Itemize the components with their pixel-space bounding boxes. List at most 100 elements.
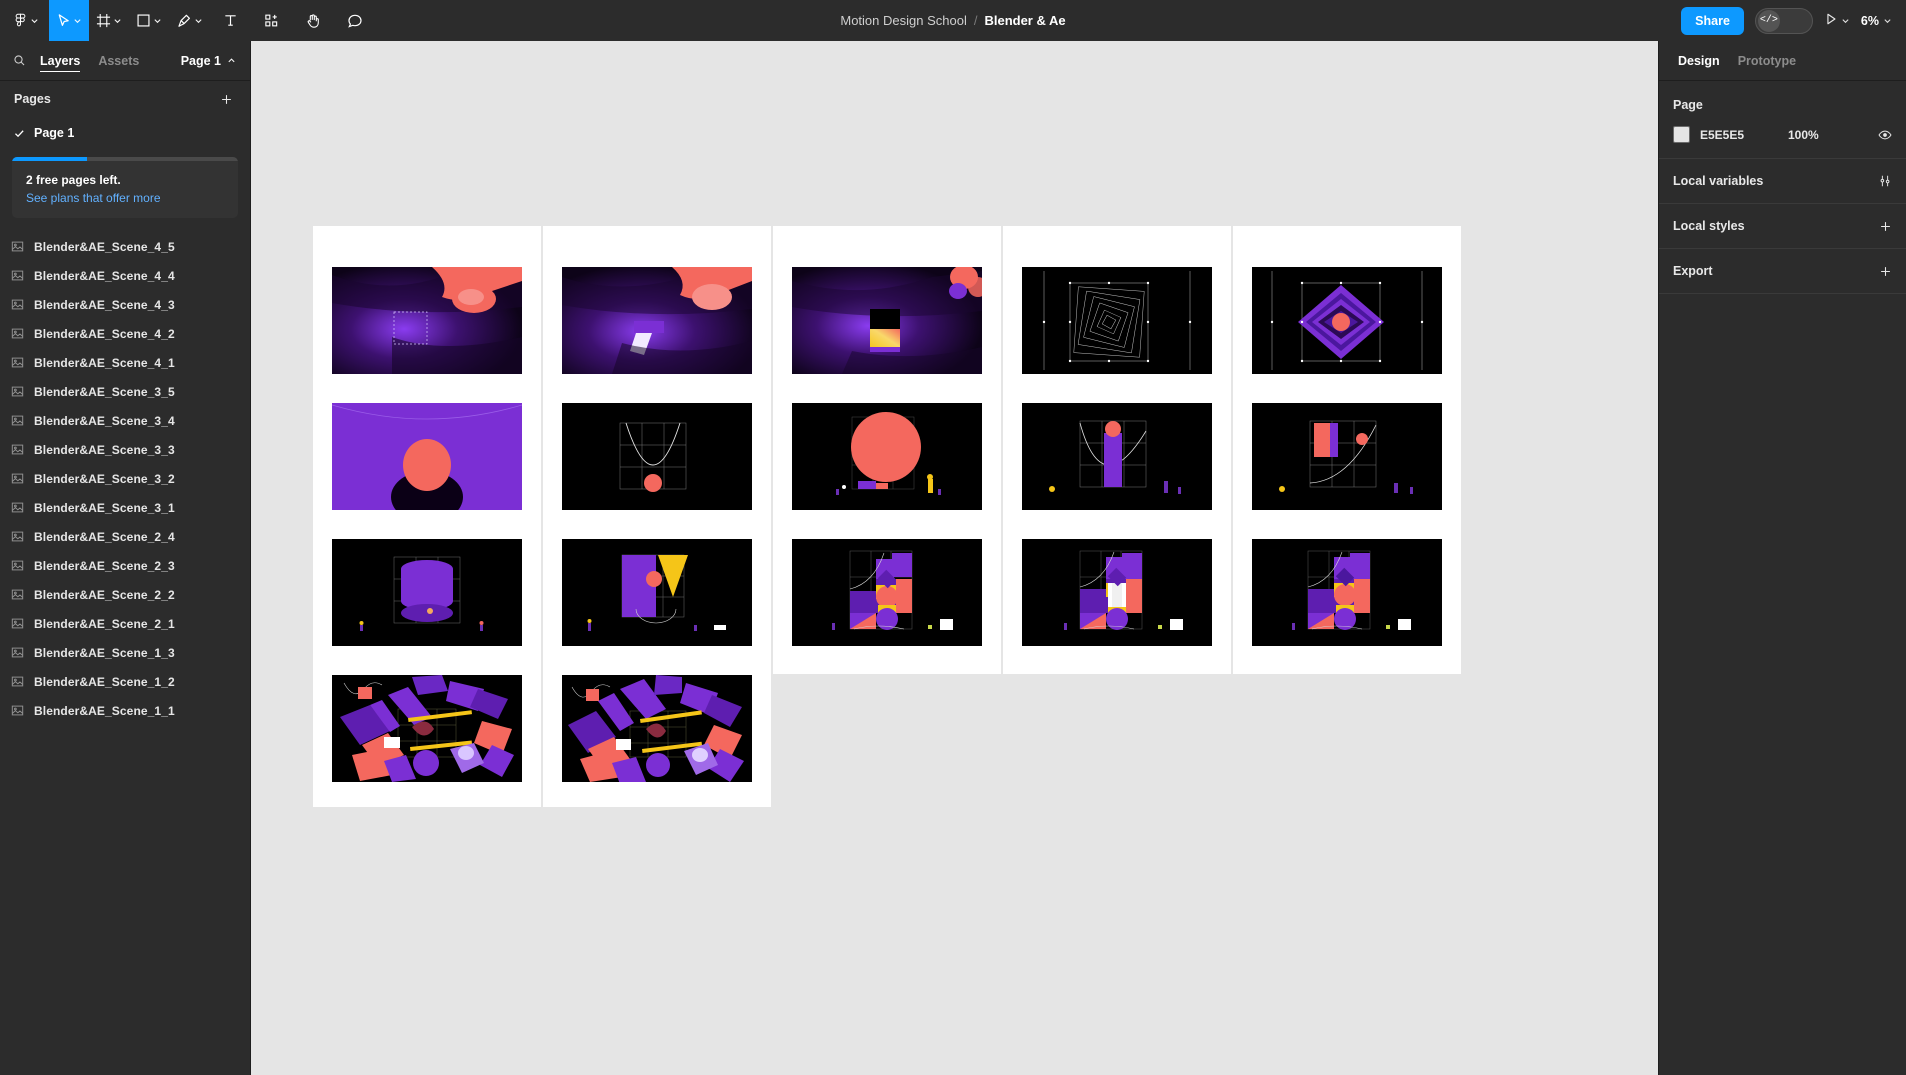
layer-row[interactable]: Blender&AE_Scene_2_1 [0,609,250,638]
image-layer-icon [11,559,24,572]
present-button[interactable] [1824,12,1850,29]
zoom-level-label: 6% [1860,13,1879,28]
comment-tool-button[interactable] [334,0,376,41]
breadcrumb-file[interactable]: Blender & Ae [984,13,1065,28]
cursor-icon [56,13,71,29]
layer-row[interactable]: Blender&AE_Scene_3_1 [0,493,250,522]
hand-icon [305,13,321,29]
thumbnail-purple-blob-circle[interactable] [332,403,522,510]
thumbnail-composite-shapes-b[interactable] [1022,539,1212,646]
main-menu-button[interactable] [0,0,49,41]
layer-name: Blender&AE_Scene_2_3 [34,558,175,573]
components-icon [264,13,279,28]
layer-row[interactable]: Blender&AE_Scene_3_3 [0,435,250,464]
thumbnail-purple-bar-curve[interactable] [1022,403,1212,510]
chevron-down-icon [73,16,82,25]
canvas[interactable] [251,41,1658,1075]
dev-mode-toggle[interactable]: </> [1754,7,1813,34]
components-tool-button[interactable] [251,0,292,41]
layer-row[interactable]: Blender&AE_Scene_2_4 [0,522,250,551]
chevron-down-icon [153,16,162,25]
plus-icon[interactable] [216,89,236,109]
layer-row[interactable]: Blender&AE_Scene_3_2 [0,464,250,493]
square-icon [136,13,151,28]
thumbnail-composite-shapes-a[interactable] [792,539,982,646]
thumbnail-composite-shapes-c[interactable] [1252,539,1442,646]
export-row: Export [1659,260,1906,282]
scene-column-4[interactable] [1003,226,1231,674]
layer-row[interactable]: Blender&AE_Scene_1_2 [0,667,250,696]
thumbnail-parabola-grid-ball[interactable] [562,403,752,510]
chevron-down-icon [30,16,39,25]
layer-row[interactable]: Blender&AE_Scene_3_5 [0,377,250,406]
layer-row[interactable]: Blender&AE_Scene_2_2 [0,580,250,609]
layer-row[interactable]: Blender&AE_Scene_3_4 [0,406,250,435]
layer-row[interactable]: Blender&AE_Scene_4_4 [0,261,250,290]
tab-prototype[interactable]: Prototype [1729,43,1805,78]
chevron-down-icon [113,16,122,25]
share-button[interactable]: Share [1681,6,1744,35]
thumbnail-coral-bar-curve[interactable] [1252,403,1442,510]
zoom-control[interactable]: 6% [1861,14,1892,28]
image-layer-icon [11,472,24,485]
page-selector[interactable]: Page 1 [181,54,240,68]
plus-icon[interactable] [1879,220,1892,233]
plus-icon[interactable] [1879,265,1892,278]
layer-row[interactable]: Blender&AE_Scene_4_3 [0,290,250,319]
chevron-down-icon [194,16,203,25]
promo-link[interactable]: See plans that offer more [12,187,175,205]
figma-logo-icon [13,13,28,28]
pen-tool-button[interactable] [169,0,210,41]
thumbnail-scattered-blocks-a[interactable] [332,675,522,782]
left-panel: Layers Assets Page 1 Pages Page 1 2 free… [0,41,251,1075]
page-item-label: Page 1 [34,126,75,140]
image-layer-icon [11,356,24,369]
thumbnail-nebula-gradient-box[interactable] [792,267,982,374]
thumbnail-scattered-blocks-b[interactable] [562,675,752,782]
color-swatch[interactable] [1673,126,1690,143]
figma-app: Motion Design School / Blender & Ae Shar… [0,0,1906,1075]
frame-tool-button[interactable] [89,0,129,41]
thumbnail-purple-diamond[interactable] [1252,267,1442,374]
layers-list[interactable]: Blender&AE_Scene_4_5 Blender&AE_Scene_4_4… [0,222,250,1075]
move-tool-button[interactable] [49,0,89,41]
hand-tool-button[interactable] [292,0,334,41]
page-item-page-1[interactable]: Page 1 [0,117,250,149]
layer-row[interactable]: Blender&AE_Scene_4_2 [0,319,250,348]
layer-row[interactable]: Blender&AE_Scene_2_3 [0,551,250,580]
thumbnail-nebula-hand-swipe[interactable] [562,267,752,374]
search-icon[interactable] [7,54,31,67]
layer-row[interactable]: Blender&AE_Scene_4_5 [0,232,250,261]
image-layer-icon [11,298,24,311]
tab-design[interactable]: Design [1669,43,1729,78]
opacity-value[interactable]: 100% [1788,128,1819,142]
sliders-icon[interactable] [1878,174,1892,188]
artboard-group [313,226,1461,807]
shape-tool-button[interactable] [129,0,169,41]
layer-row[interactable]: Blender&AE_Scene_1_3 [0,638,250,667]
right-panel-tabs: Design Prototype [1659,41,1906,81]
chevron-down-icon [1883,16,1892,25]
layer-row[interactable]: Blender&AE_Scene_1_1 [0,696,250,725]
scene-column-1[interactable] [313,226,541,807]
thumbnail-purple-stack-grid[interactable] [332,539,522,646]
page-section: Page E5E5E5 100% [1659,81,1906,159]
thumbnail-big-coral-circle[interactable] [792,403,982,510]
page-section-title: Page [1673,98,1703,112]
scene-column-5[interactable] [1233,226,1461,674]
top-toolbar: Motion Design School / Blender & Ae Shar… [0,0,1906,41]
eye-icon[interactable] [1878,128,1892,142]
text-tool-button[interactable] [210,0,251,41]
thumbnail-wireframe-squares[interactable] [1022,267,1212,374]
layer-row[interactable]: Blender&AE_Scene_4_1 [0,348,250,377]
breadcrumb-separator: / [973,13,978,28]
hex-value[interactable]: E5E5E5 [1700,128,1778,142]
thumbnail-cone-grid-ball[interactable] [562,539,752,646]
tab-layers[interactable]: Layers [31,43,89,78]
breadcrumb-team[interactable]: Motion Design School [840,13,966,28]
scene-column-3[interactable] [773,226,1001,674]
layer-name: Blender&AE_Scene_2_1 [34,616,175,631]
thumbnail-nebula-hand-select[interactable] [332,267,522,374]
tab-assets[interactable]: Assets [89,43,148,78]
scene-column-2[interactable] [543,226,771,807]
